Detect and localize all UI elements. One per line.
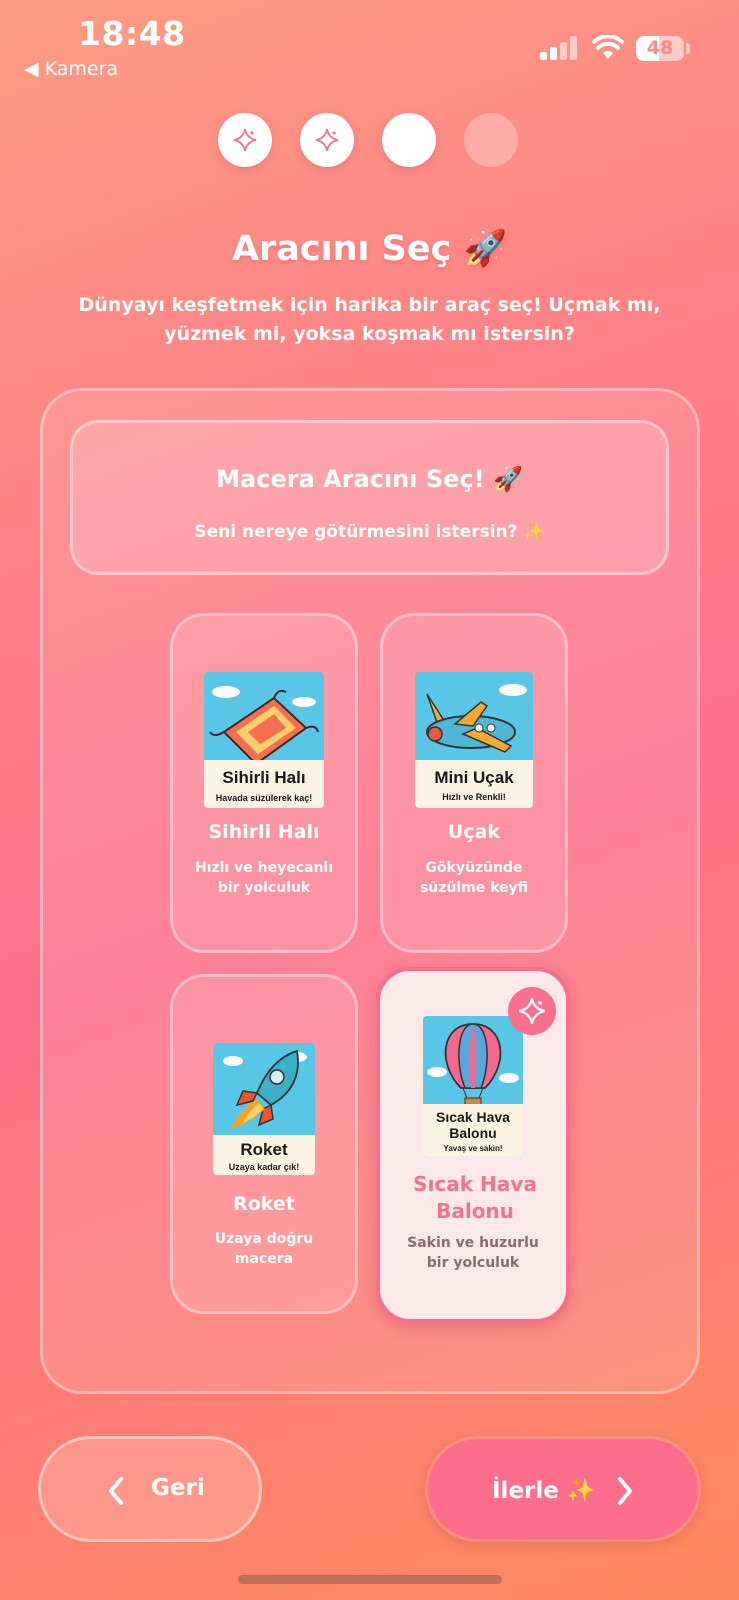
page-title: Aracını Seç 🚀 [231, 229, 508, 269]
hot-air-balloon-image: Sıcak Hava Balonu Yavaş ve sakin! [423, 1016, 523, 1156]
battery-level: 48 [646, 37, 674, 59]
step-3-current [382, 113, 436, 167]
step-4-upcoming [464, 113, 518, 167]
sparkle-icon [519, 998, 545, 1024]
signal-icon [540, 36, 580, 60]
status-bar: 18:48 ◀ Kamera 48 [0, 0, 739, 90]
back-to-camera-link[interactable]: ◀ Kamera [24, 58, 118, 80]
header-card: Macera Aracını Seç! 🚀 Seni nereye götürm… [70, 420, 669, 575]
vehicle-name: Uçak [447, 821, 501, 843]
battery-icon: 48 [636, 36, 684, 61]
plane-image: Mini Uçak Hızlı ve Renkli! [415, 672, 533, 808]
progress-stepper [218, 113, 522, 169]
vehicle-card-plane[interactable]: Mini Uçak Hızlı ve Renkli! Uçak Gökyüzün… [380, 613, 568, 953]
selected-badge [508, 987, 556, 1035]
step-2-completed [300, 113, 354, 167]
back-button-label: Geri [151, 1475, 205, 1501]
header-card-subtitle: Seni nereye götürmesini istersin? ✨ [194, 522, 545, 542]
vehicle-description: Gökyüzünde süzülme keyfi [419, 860, 529, 896]
wifi-icon [592, 35, 624, 59]
back-button[interactable]: Geri [38, 1436, 262, 1542]
header-card-title: Macera Aracını Seç! 🚀 [216, 465, 523, 493]
vehicle-description: Sakin ve huzurlu bir yolculuk [407, 1235, 539, 1271]
vehicle-name: Sihirli Halı [208, 821, 320, 843]
next-button[interactable]: İlerle ✨ [425, 1436, 701, 1542]
sparkle-icon [315, 128, 339, 152]
vehicle-description: Hızlı ve heyecanlı bir yolculuk [194, 860, 334, 896]
svg-text:Yavaş ve sakin!: Yavaş ve sakin! [443, 1144, 502, 1153]
svg-text:Balonu: Balonu [449, 1125, 496, 1141]
battery-tip [686, 43, 690, 54]
status-time: 18:48 [78, 14, 186, 53]
home-indicator [238, 1575, 502, 1584]
vehicle-name: Roket [233, 1193, 295, 1215]
svg-text:Sıcak Hava: Sıcak Hava [436, 1109, 510, 1125]
chevron-left-icon [109, 1477, 123, 1505]
rocket-image: Roket Uzaya kadar çık! [213, 1043, 315, 1175]
svg-text:Sihirli Halı: Sihirli Halı [222, 768, 305, 787]
vehicle-name: Sıcak Hava Balonu [413, 1172, 537, 1223]
vehicle-description: Uzaya doğru macera [214, 1231, 314, 1267]
magic-carpet-image: Sihirli Halı Havada süzülerek kaç! [204, 672, 324, 808]
vehicle-card-hot-air-balloon[interactable]: Sıcak Hava Balonu Yavaş ve sakin! Sıcak … [376, 967, 570, 1323]
next-button-label: İlerle ✨ [492, 1478, 596, 1504]
svg-text:Uzaya kadar çık!: Uzaya kadar çık! [229, 1162, 300, 1172]
page-subtitle: Dünyayı keşfetmek için harika bir araç s… [78, 294, 661, 345]
vehicle-card-magic-carpet[interactable]: Sihirli Halı Havada süzülerek kaç! Sihir… [170, 613, 358, 953]
svg-text:Havada süzülerek kaç!: Havada süzülerek kaç! [216, 793, 313, 803]
svg-text:Roket: Roket [240, 1140, 288, 1159]
svg-text:Hızlı ve Renkli!: Hızlı ve Renkli! [442, 792, 506, 802]
step-1-completed [218, 113, 272, 167]
sparkle-icon [233, 128, 257, 152]
vehicle-card-rocket[interactable]: Roket Uzaya kadar çık! Roket Uzaya doğru… [170, 974, 358, 1314]
chevron-right-icon [618, 1477, 632, 1505]
svg-text:Mini Uçak: Mini Uçak [434, 768, 514, 787]
